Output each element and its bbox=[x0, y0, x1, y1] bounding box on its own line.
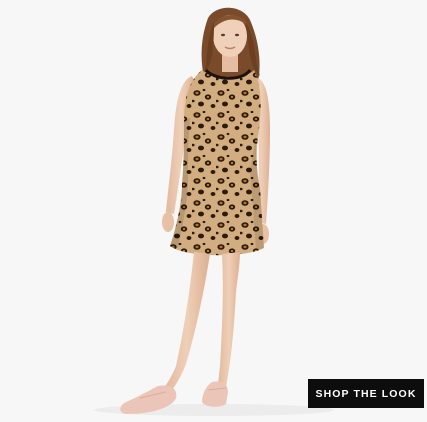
product-hero: SHOP THE LOOK bbox=[0, 0, 427, 422]
shop-the-look-button[interactable]: SHOP THE LOOK bbox=[308, 379, 424, 408]
model-photo bbox=[0, 0, 427, 422]
